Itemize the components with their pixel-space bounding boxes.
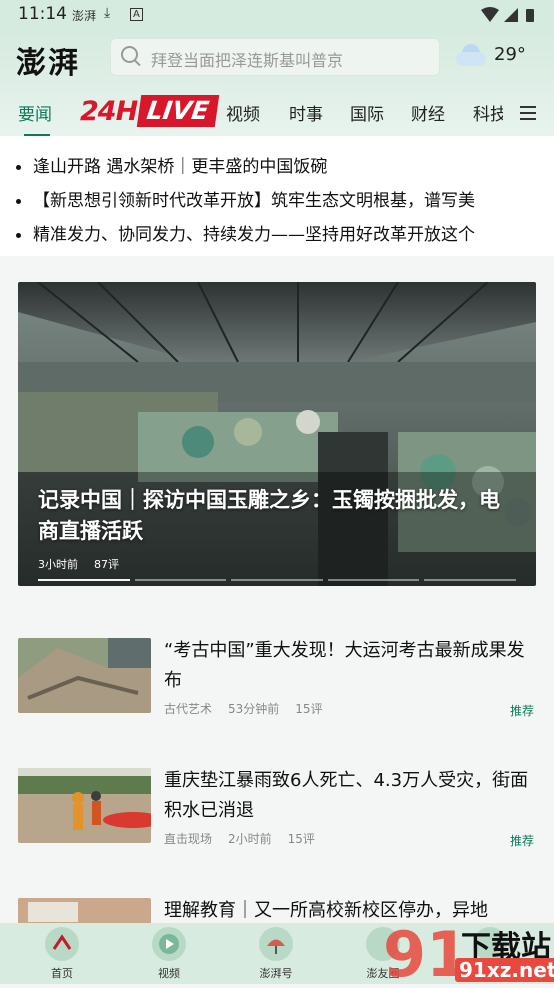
live-number: 24H (80, 95, 138, 127)
headline-item[interactable]: 精准发力、协同发力、持续发力——坚持用好改革开放这个 (16, 220, 475, 245)
home-icon (45, 927, 79, 961)
headline-ticker: 逢山开路 遇水架桥｜更丰盛的中国饭碗 【新思想引领新时代改革开放】筑牢生态文明根… (0, 136, 554, 256)
tab-finance[interactable]: 财经 (411, 100, 445, 125)
feature-card[interactable]: 记录中国｜探访中国玉雕之乡：玉镯按捆批发，电商直播活跃 3小时前 87评 (18, 282, 536, 586)
carousel-dot (38, 579, 130, 581)
carousel-dot (424, 579, 516, 581)
article-meta: 古代艺术 53分钟前 15评 (164, 702, 323, 716)
carousel-dot (231, 579, 323, 581)
article-thumbnail (18, 638, 151, 713)
app-notification-icon: 澎湃 (72, 9, 97, 23)
article-item[interactable]: 重庆垫江暴雨致6人死亡、4.3万人受灾，街面积水已消退 直击现场 2小时前 15评 … (18, 768, 536, 858)
tab-news[interactable]: 要闻 (18, 100, 52, 125)
system-indicators-icon (481, 7, 534, 22)
channel-tabs: 要闻 24H LIVE 视频 时事 国际 财经 科技 (0, 92, 554, 137)
umbrella-icon (259, 927, 293, 961)
search-placeholder: 拜登当面把泽连斯基叫普京 (151, 51, 344, 70)
carousel-dot (134, 579, 227, 581)
carousel-dot (327, 579, 420, 581)
status-bar: 11:14 澎湃 ⤓ A (0, 0, 554, 30)
nav-home[interactable]: 首页 (32, 927, 92, 981)
status-time: 11:14 (18, 4, 67, 24)
menu-icon[interactable] (520, 106, 536, 120)
cloud-icon[interactable] (452, 42, 486, 66)
tab-international[interactable]: 国际 (350, 100, 384, 125)
tab-tech[interactable]: 科技 (473, 100, 503, 125)
article-title: “考古中国”重大发现！大运河考古最新成果发布 (164, 640, 525, 691)
headline-item[interactable]: 【新思想引领新时代改革开放】筑牢生态文明根基，谱写美 (16, 186, 475, 211)
temperature[interactable]: 29° (494, 44, 526, 65)
feature-time: 3小时前 (38, 558, 78, 571)
download-icon: ⤓ (104, 5, 111, 21)
watermark-logo: 91 下载站 91xz.net (383, 918, 554, 988)
headline-item[interactable]: 逢山开路 遇水架桥｜更丰盛的中国饭碗 (16, 152, 327, 177)
nav-pengpai-hao[interactable]: 澎湃号 (246, 927, 306, 981)
play-icon (152, 927, 186, 961)
app-header: 澎湃 拜登当面把泽连斯基叫普京 29° 要闻 24H LIVE 视频 时事 国际… (0, 30, 554, 137)
article-thumbnail (18, 768, 151, 843)
app-logo[interactable]: 澎湃 (16, 38, 80, 82)
feature-title: 记录中国｜探访中国玉雕之乡：玉镯按捆批发，电商直播活跃 (38, 487, 500, 543)
watermark-url: 91xz.net (455, 958, 554, 982)
feature-comments: 87评 (94, 558, 119, 571)
recommend-tag: 推荐 (509, 704, 534, 718)
article-title: 重庆垫江暴雨致6人死亡、4.3万人受灾，街面积水已消退 (164, 770, 529, 821)
a-icon: A (130, 8, 143, 21)
live-text: LIVE (136, 95, 220, 127)
article-meta: 直击现场 2小时前 15评 (164, 832, 315, 846)
tab-24h-live[interactable]: 24H LIVE (80, 95, 220, 127)
search-bar[interactable]: 拜登当面把泽连斯基叫普京 (110, 38, 440, 76)
nav-video[interactable]: 视频 (139, 927, 199, 981)
article-item[interactable]: “考古中国”重大发现！大运河考古最新成果发布 古代艺术 53分钟前 15评 推荐 (18, 638, 536, 728)
tab-current-affairs[interactable]: 时事 (289, 100, 323, 125)
feature-meta: 3小时前 87评 (38, 556, 135, 572)
recommend-tag: 推荐 (509, 834, 534, 848)
tab-video[interactable]: 视频 (226, 100, 260, 125)
search-icon (121, 46, 138, 63)
